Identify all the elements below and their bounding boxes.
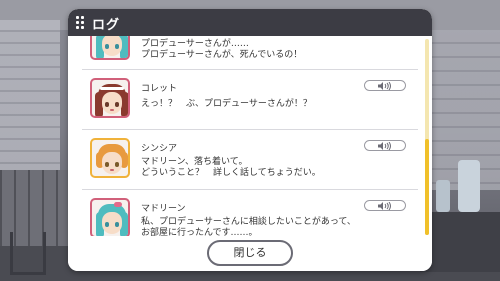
log-list[interactable]: プロデューサーさんが…… プロデューサーさんが、死んでいるの！ コレット えっ！…: [68, 36, 432, 236]
speaker-icon: [378, 202, 391, 210]
speaker-icon: [378, 142, 391, 150]
dialogue-line: お部屋に行ったんです……。: [141, 228, 258, 236]
log-entry: シンシア マドリーン、落ち着いて。 どういうこと？ 詳しく話してちょうだい。: [68, 134, 418, 184]
divider: [82, 129, 418, 130]
log-title: ログ: [92, 18, 121, 33]
log-footer: 閉じる: [68, 236, 432, 271]
dialogue-line: えっ！？ ぶ、プロデューサーさんが！？: [141, 99, 312, 109]
grip-icon: [76, 16, 84, 29]
character-avatar: [90, 138, 130, 178]
voice-replay-button[interactable]: [364, 80, 406, 91]
speaker-icon: [378, 82, 391, 90]
speaker-name: マドリーン: [141, 204, 186, 214]
log-entry: マドリーン 私、プロデューサーさんに相談したいことがあって、 お部屋に行ったんで…: [68, 194, 418, 236]
character-avatar: [90, 36, 130, 60]
log-entry: プロデューサーさんが…… プロデューサーさんが、死んでいるの！: [68, 36, 418, 66]
log-entry: コレット えっ！？ ぶ、プロデューサーさんが！？: [68, 74, 418, 124]
divider: [82, 189, 418, 190]
character-avatar: [90, 198, 130, 236]
close-button[interactable]: 閉じる: [207, 240, 293, 266]
log-header: ログ: [68, 9, 432, 36]
speaker-name: コレット: [141, 84, 178, 94]
dialogue-line: プロデューサーさんが、死んでいるの！: [141, 50, 303, 60]
log-panel: ログ プロデューサーさんが…… プロデューサーさんが、死んでいるの！ コレット …: [68, 9, 432, 271]
voice-replay-button[interactable]: [364, 140, 406, 151]
dialogue-line: どういうこと？ 詳しく話してちょうだい。: [141, 168, 321, 178]
character-avatar: [90, 78, 130, 118]
divider: [82, 69, 418, 70]
scrollbar-thumb[interactable]: [425, 139, 429, 235]
speaker-name: シンシア: [141, 144, 178, 154]
voice-replay-button[interactable]: [364, 200, 406, 211]
